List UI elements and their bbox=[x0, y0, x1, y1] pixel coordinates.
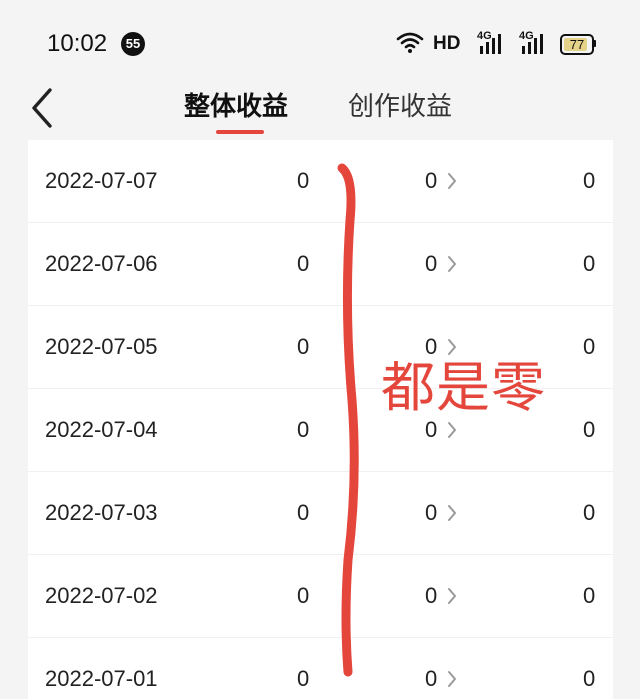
row-value-1: 0 bbox=[297, 334, 310, 359]
chevron-right-icon bbox=[448, 422, 456, 438]
row-value-2-link[interactable]: 0 bbox=[425, 500, 456, 526]
signal-1-icon bbox=[480, 34, 501, 54]
row-value-2-link[interactable]: 0 bbox=[425, 417, 456, 443]
status-time: 10:02 bbox=[47, 30, 108, 57]
chevron-right-icon bbox=[448, 671, 456, 687]
chevron-right-icon bbox=[448, 339, 456, 355]
tab-overall-earnings[interactable]: 整体收益 bbox=[184, 86, 288, 123]
row-value-2-link[interactable]: 0 bbox=[425, 583, 456, 609]
row-value-2-link[interactable]: 0 bbox=[425, 168, 456, 194]
row-value-1: 0 bbox=[297, 500, 310, 525]
row-date: 2022-07-04 bbox=[45, 417, 158, 442]
hd-voice-icon: HD bbox=[433, 33, 461, 54]
row-date: 2022-07-01 bbox=[45, 666, 158, 691]
chevron-right-icon bbox=[448, 588, 456, 604]
chevron-right-icon bbox=[448, 173, 456, 189]
row-value-3: 0 bbox=[583, 666, 596, 691]
row-value-2: 0 bbox=[425, 251, 438, 276]
row-value-3: 0 bbox=[583, 168, 596, 193]
row-value-1: 0 bbox=[297, 666, 310, 691]
row-value-2: 0 bbox=[425, 417, 438, 442]
row-date: 2022-07-05 bbox=[45, 334, 158, 359]
red-annotation-stroke bbox=[337, 163, 359, 677]
table-row[interactable]: 2022-07-06 0 0 0 bbox=[28, 223, 613, 306]
row-value-2-link[interactable]: 0 bbox=[425, 666, 456, 692]
row-value-2: 0 bbox=[425, 583, 438, 608]
battery-icon: 77 bbox=[560, 34, 594, 55]
battery-percent: 77 bbox=[569, 37, 585, 52]
row-value-3: 0 bbox=[583, 251, 596, 276]
back-arrow-icon[interactable] bbox=[28, 86, 62, 130]
row-value-3: 0 bbox=[583, 417, 596, 442]
row-value-3: 0 bbox=[583, 334, 596, 359]
chevron-right-icon bbox=[448, 256, 456, 272]
table-row[interactable]: 2022-07-01 0 0 0 bbox=[28, 638, 613, 699]
row-date: 2022-07-02 bbox=[45, 583, 158, 608]
signal-2-icon bbox=[522, 34, 543, 54]
row-date: 2022-07-03 bbox=[45, 500, 158, 525]
top-navigation: 整体收益 创作收益 bbox=[0, 86, 640, 136]
table-row[interactable]: 2022-07-02 0 0 0 bbox=[28, 555, 613, 638]
row-value-1: 0 bbox=[297, 417, 310, 442]
row-value-1: 0 bbox=[297, 583, 310, 608]
table-row[interactable]: 2022-07-07 0 0 0 bbox=[28, 140, 613, 223]
earnings-list[interactable]: 2022-07-07 0 0 0 2022-07-06 0 0 0 2022-07-05 0 0 0 2… bbox=[28, 140, 613, 699]
table-row[interactable]: 2022-07-03 0 0 0 bbox=[28, 472, 613, 555]
tab-creation-earnings[interactable]: 创作收益 bbox=[348, 86, 452, 123]
notification-count-badge: 55 bbox=[121, 32, 145, 56]
row-value-1: 0 bbox=[297, 251, 310, 276]
annotation-text: 都是零 bbox=[381, 356, 546, 419]
row-value-2: 0 bbox=[425, 666, 438, 691]
wifi-icon bbox=[396, 32, 424, 53]
active-tab-indicator bbox=[216, 130, 264, 134]
row-date: 2022-07-06 bbox=[45, 251, 158, 276]
row-value-3: 0 bbox=[583, 583, 596, 608]
row-date: 2022-07-07 bbox=[45, 168, 158, 193]
row-value-2: 0 bbox=[425, 500, 438, 525]
row-value-1: 0 bbox=[297, 168, 310, 193]
chevron-right-icon bbox=[448, 505, 456, 521]
status-bar: 10:02 55 HD 4G 4G 77 bbox=[0, 0, 640, 86]
row-value-2-link[interactable]: 0 bbox=[425, 251, 456, 277]
row-value-3: 0 bbox=[583, 500, 596, 525]
row-value-2: 0 bbox=[425, 168, 438, 193]
